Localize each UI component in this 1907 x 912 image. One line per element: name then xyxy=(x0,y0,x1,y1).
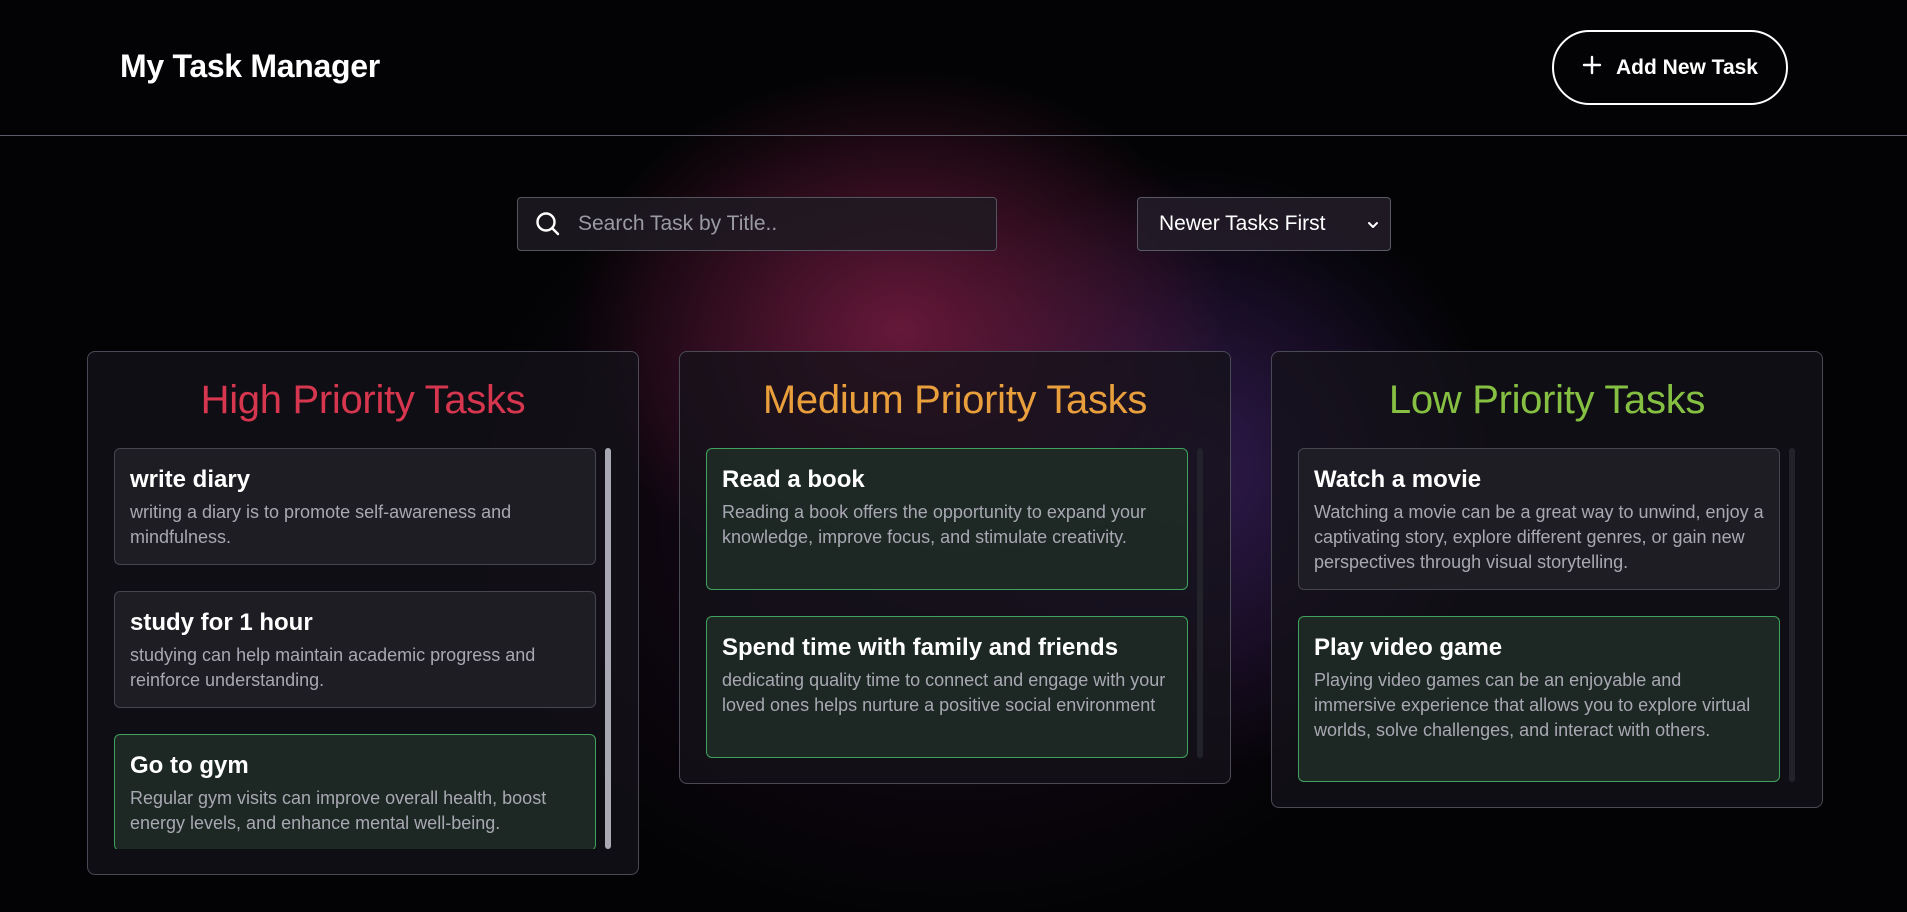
low-priority-column: Low Priority Tasks Watch a movie Watchin… xyxy=(1271,351,1823,808)
app-header: My Task Manager Add New Task xyxy=(0,0,1907,136)
sort-order-value: Newer Tasks First xyxy=(1159,212,1326,235)
task-description: Watching a movie can be a great way to u… xyxy=(1314,502,1764,572)
high-priority-column: High Priority Tasks write diary writing … xyxy=(87,351,639,875)
add-new-task-label: Add New Task xyxy=(1616,55,1758,79)
task-card-completed[interactable]: Read a book Reading a book offers the op… xyxy=(706,448,1188,590)
task-card[interactable]: study for 1 hour studying can help maint… xyxy=(114,591,596,708)
task-card[interactable]: Watch a movie Watching a movie can be a … xyxy=(1298,448,1780,590)
task-card-completed[interactable]: Spend time with family and friends dedic… xyxy=(706,616,1188,758)
task-description: studying can help maintain academic prog… xyxy=(130,645,536,690)
sort-order-select[interactable]: Newer Tasks First xyxy=(1137,197,1391,251)
task-card-completed[interactable]: Play video game Playing video games can … xyxy=(1298,616,1780,782)
task-title: study for 1 hour xyxy=(130,609,313,636)
plus-icon xyxy=(1582,51,1602,81)
task-card[interactable]: write diary writing a diary is to promot… xyxy=(114,448,596,565)
task-description: Playing video games can be an enjoyable … xyxy=(1314,670,1751,740)
app-title: My Task Manager xyxy=(120,48,380,84)
task-description: Reading a book offers the opportunity to… xyxy=(722,502,1146,547)
task-title: Go to gym xyxy=(130,752,249,779)
task-title: Spend time with family and friends xyxy=(722,634,1119,661)
scrollbar-thumb[interactable] xyxy=(605,448,611,849)
task-title: Play video game xyxy=(1314,634,1503,661)
task-description: dedicating quality time to connect and e… xyxy=(722,670,1166,715)
medium-priority-column: Medium Priority Tasks Read a book Readin… xyxy=(679,351,1231,784)
chevron-down-icon xyxy=(1365,215,1381,239)
medium-priority-task-list: Read a book Reading a book offers the op… xyxy=(706,448,1188,758)
task-title: Read a book xyxy=(722,466,865,493)
low-priority-task-list: Watch a movie Watching a movie can be a … xyxy=(1298,448,1780,782)
task-description: writing a diary is to promote self-aware… xyxy=(130,502,512,547)
search-input[interactable] xyxy=(578,198,996,250)
medium-priority-title: Medium Priority Tasks xyxy=(762,378,1148,422)
task-card-completed[interactable]: Go to gym Regular gym visits can improve… xyxy=(114,734,596,849)
search-box xyxy=(517,197,997,251)
search-icon xyxy=(518,197,578,251)
task-description: Regular gym visits can improve overall h… xyxy=(130,788,547,833)
high-priority-scrollbar[interactable] xyxy=(605,448,611,849)
low-priority-title: Low Priority Tasks xyxy=(1388,378,1706,422)
high-priority-task-list: write diary writing a diary is to promot… xyxy=(114,448,596,849)
task-title: write diary xyxy=(130,466,251,493)
medium-priority-scrollbar[interactable] xyxy=(1197,448,1203,758)
add-new-task-button[interactable]: Add New Task xyxy=(1552,30,1788,105)
low-priority-scrollbar[interactable] xyxy=(1789,448,1795,782)
high-priority-title: High Priority Tasks xyxy=(200,378,526,422)
task-title: Watch a movie xyxy=(1314,466,1482,493)
